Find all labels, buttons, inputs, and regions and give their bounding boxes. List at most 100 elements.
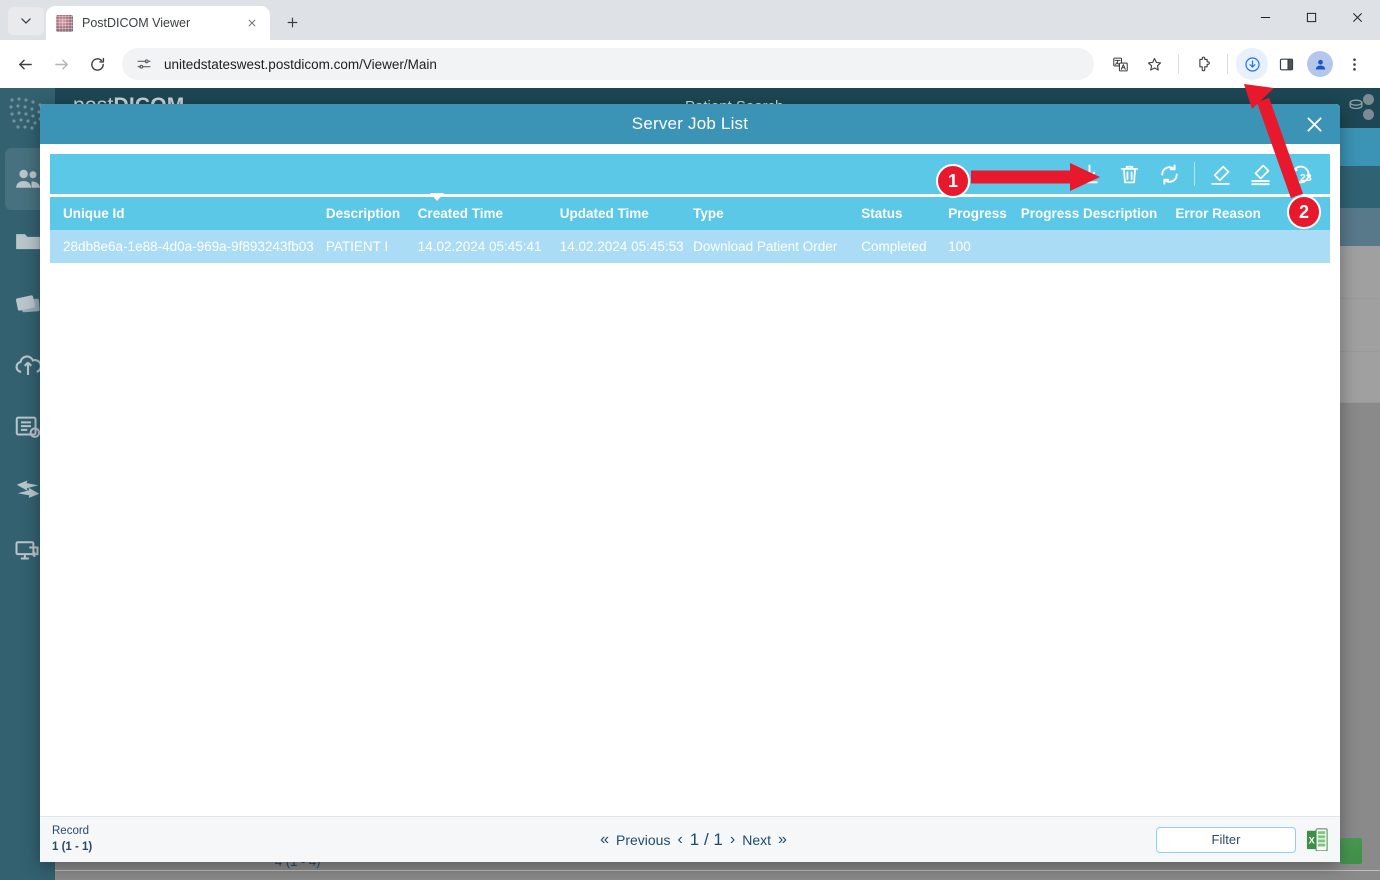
column-header-updated-time[interactable]: Updated Time: [560, 206, 693, 221]
pagination: double-chevron-left-icon « Previous ‹ 1 …: [40, 830, 1340, 850]
download-jobs-button[interactable]: [1069, 154, 1109, 194]
bg-excel-icon: [1340, 838, 1362, 864]
restore-button[interactable]: 23: [1280, 154, 1320, 194]
cell-updated-time: 14.02.2024 05:45:53: [560, 239, 693, 254]
grid-rows-container: 28db8e6a-1e88-4d0a-969a-9f893243fb03 PAT…: [50, 230, 1330, 816]
eraser-all-icon: [1248, 162, 1273, 187]
clear-all-button[interactable]: [1240, 154, 1280, 194]
cell-unique-id: 28db8e6a-1e88-4d0a-969a-9f893243fb03: [50, 239, 326, 254]
profile-button[interactable]: [1304, 48, 1336, 80]
cell-type: Download Patient Order: [693, 239, 861, 254]
extensions-button[interactable]: [1187, 48, 1219, 80]
postdicom-favicon: [56, 15, 73, 32]
report-list-icon: [13, 412, 43, 442]
window-maximize-button[interactable]: [1288, 0, 1334, 34]
eraser-icon: [1208, 162, 1233, 187]
bg-panel-top: [1336, 166, 1380, 208]
bg-strip-a: [1336, 246, 1380, 298]
dialog-body: 23 Unique Id Description Created Time Up…: [40, 144, 1340, 816]
browser-tab[interactable]: PostDICOM Viewer: [46, 6, 270, 40]
browser-tab-title: PostDICOM Viewer: [82, 16, 234, 30]
tune-icon: [136, 56, 152, 72]
column-header-created-time[interactable]: Created Time: [418, 206, 560, 221]
browser-toolbar-actions: [1104, 48, 1372, 80]
reload-icon: [89, 56, 106, 73]
window-controls: [1242, 0, 1380, 40]
next-page-button[interactable]: Next: [742, 832, 771, 848]
avatar: [1307, 51, 1333, 77]
dialog-close-button[interactable]: [1300, 110, 1328, 138]
minimize-icon: [1260, 12, 1271, 23]
chrome-menu-button[interactable]: [1338, 48, 1370, 80]
chrome-menu-icon: [1346, 56, 1363, 73]
bg-strip-c: [1336, 352, 1380, 402]
window-close-button[interactable]: [1334, 0, 1380, 34]
cell-created-time: 14.02.2024 05:45:41: [418, 239, 560, 254]
app-header-dots: [1363, 94, 1374, 120]
server-job-list-dialog: Server Job List: [40, 104, 1340, 862]
screen-root: postDICOM Patient Search: [0, 0, 1380, 880]
sync-arrows-icon: [13, 474, 43, 504]
new-tab-button[interactable]: [278, 8, 306, 36]
tab-search-button[interactable]: [8, 7, 44, 35]
grid-toolbar: 23: [50, 154, 1330, 194]
column-header-type[interactable]: Type: [693, 206, 861, 221]
side-panel-icon: [1278, 56, 1295, 73]
browser-tabstrip: PostDICOM Viewer: [0, 0, 1380, 40]
chevron-left-icon[interactable]: ‹: [677, 831, 682, 849]
browser-downloads-icon[interactable]: [1236, 48, 1268, 80]
back-button[interactable]: [8, 47, 42, 81]
double-chevron-right-icon[interactable]: »: [778, 831, 787, 849]
cards-icon: [13, 288, 43, 318]
reload-button[interactable]: [80, 47, 114, 81]
translate-button[interactable]: [1104, 48, 1136, 80]
column-header-description[interactable]: Description: [326, 206, 418, 221]
forward-arrow-icon: [53, 56, 70, 73]
dialog-footer: Record 1 (1 - 1) double-chevron-left-ico…: [40, 816, 1340, 862]
column-header-unique-id[interactable]: Unique Id: [50, 206, 326, 221]
site-settings-icon[interactable]: [136, 56, 152, 72]
toolbar-divider: [1178, 54, 1179, 74]
close-icon: [1304, 114, 1325, 135]
plus-icon: [286, 16, 299, 29]
address-bar[interactable]: unitedstateswest.postdicom.com/Viewer/Ma…: [122, 48, 1094, 80]
bg-divider-c: [1336, 402, 1380, 403]
toolbar-separator: [1194, 162, 1195, 186]
column-header-progress-description[interactable]: Progress Description: [1021, 206, 1176, 221]
annotation-badge-1: 1: [936, 164, 970, 198]
back-arrow-icon: [17, 56, 34, 73]
bookmark-star-icon: [1146, 56, 1163, 73]
profile-avatar-icon: [1313, 57, 1328, 72]
sort-descending-icon: [430, 193, 444, 201]
extensions-puzzle-icon: [1195, 56, 1212, 73]
table-row[interactable]: 28db8e6a-1e88-4d0a-969a-9f893243fb03 PAT…: [50, 230, 1330, 263]
side-panel-button[interactable]: [1270, 48, 1302, 80]
chevron-right-icon[interactable]: ›: [730, 831, 735, 849]
window-minimize-button[interactable]: [1242, 0, 1288, 34]
close-icon: [247, 18, 257, 28]
annotation-badge-2: 2: [1287, 195, 1321, 229]
cell-progress: 100: [948, 239, 1020, 254]
chevron-down-icon: [19, 14, 33, 28]
previous-page-button[interactable]: Previous: [616, 832, 670, 848]
forward-button[interactable]: [44, 47, 78, 81]
column-header-status[interactable]: Status: [861, 206, 948, 221]
address-bar-url: unitedstateswest.postdicom.com/Viewer/Ma…: [164, 57, 437, 72]
delete-jobs-button[interactable]: [1109, 154, 1149, 194]
users-icon: [13, 164, 43, 194]
tab-close-button[interactable]: [243, 15, 260, 32]
column-header-created-time-label: Created Time: [418, 206, 503, 221]
page-indicator: 1 / 1: [690, 830, 723, 850]
refresh-jobs-button[interactable]: [1149, 154, 1189, 194]
cell-description: PATIENT I: [326, 239, 418, 254]
restore-badge: 23: [1300, 172, 1312, 184]
folder-icon: [13, 226, 43, 256]
bg-strip-b: [1336, 299, 1380, 351]
dialog-title: Server Job List: [632, 114, 748, 134]
double-chevron-left-icon[interactable]: «: [600, 831, 609, 849]
close-icon: [1352, 12, 1363, 23]
clear-button[interactable]: [1200, 154, 1240, 194]
toolbar-divider-2: [1227, 54, 1228, 74]
bookmark-button[interactable]: [1138, 48, 1170, 80]
column-header-progress[interactable]: Progress: [948, 206, 1020, 221]
